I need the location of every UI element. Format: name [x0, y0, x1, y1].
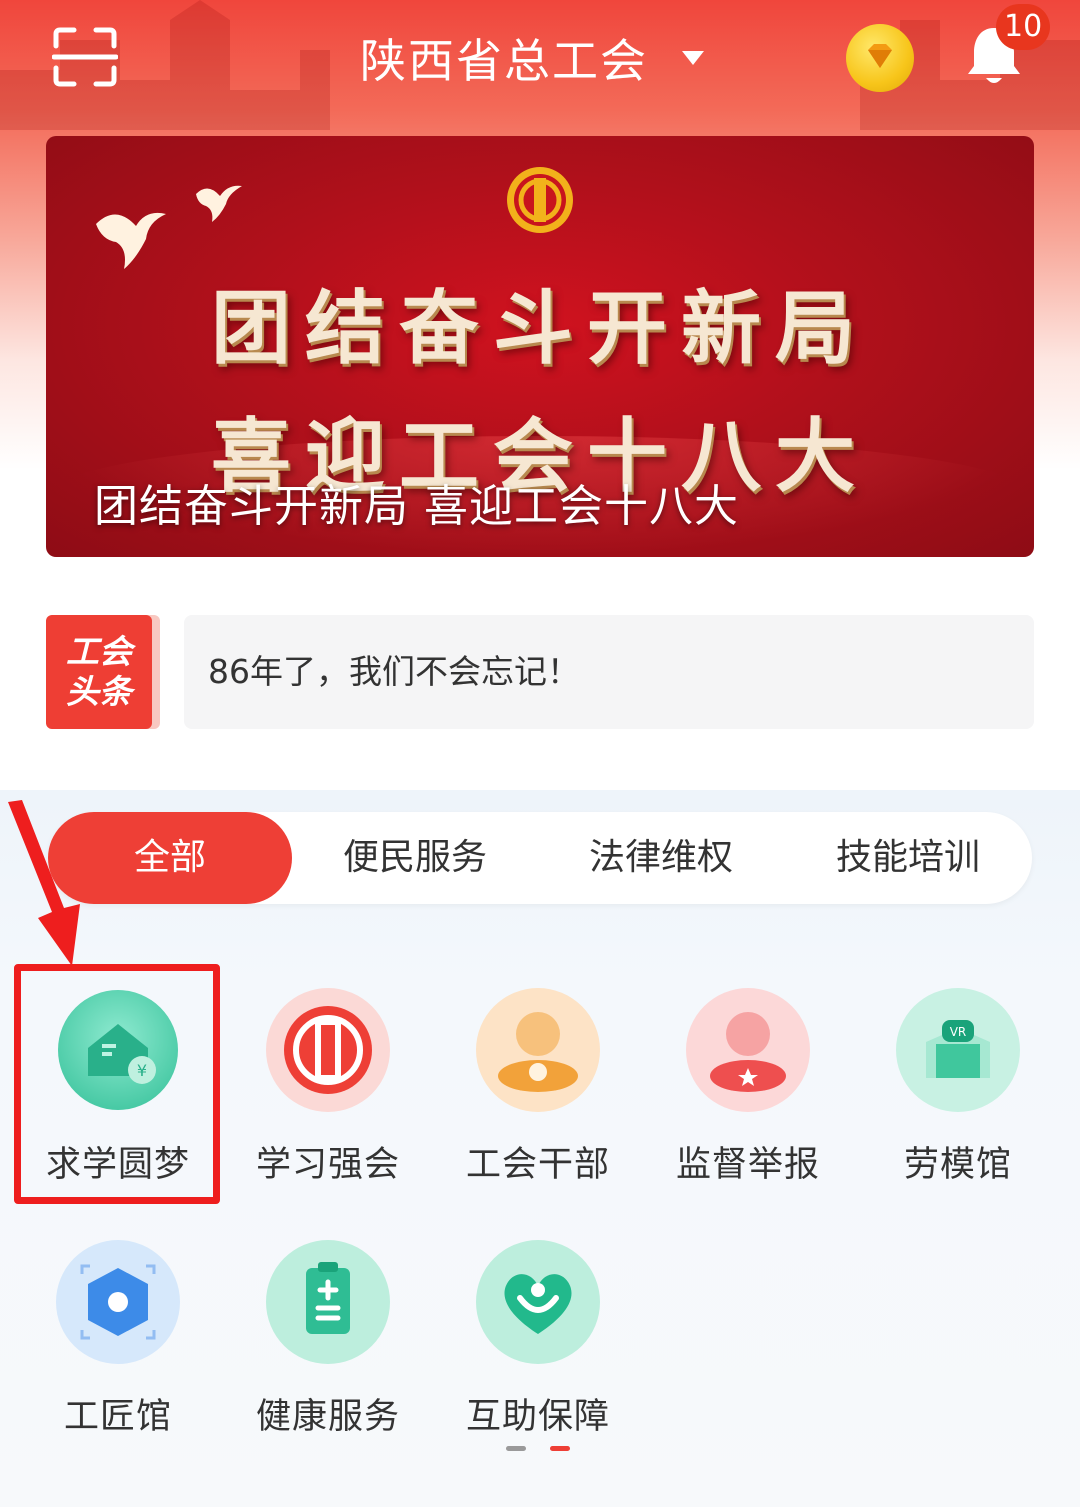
chevron-down-icon: [682, 51, 704, 65]
page-dot: [506, 1446, 526, 1451]
page-dot-active: [550, 1446, 570, 1451]
vr-headset-icon: VR: [896, 988, 1020, 1112]
service-supervision-report[interactable]: 监督举报: [648, 986, 848, 1206]
health-clipboard-icon: [266, 1240, 390, 1364]
dove-icon: [96, 185, 242, 269]
service-mutual-aid[interactable]: 互助保障: [438, 1238, 638, 1458]
news-ticker[interactable]: 86年了，我们不会忘记！: [184, 615, 1034, 729]
tab-skills-training[interactable]: 技能培训: [784, 812, 1032, 904]
scan-icon[interactable]: [52, 26, 118, 88]
service-union-cadre[interactable]: 工会干部: [438, 986, 638, 1206]
top-header: 陕西省总工会 10: [0, 0, 1080, 120]
category-tabs: 全部 便民服务 法律维权 技能培训: [48, 812, 1032, 904]
service-label: 健康服务: [255, 1397, 400, 1437]
service-label: 监督举报: [675, 1145, 820, 1185]
heart-hands-icon: [476, 1240, 600, 1364]
service-study-union[interactable]: 学习强会: [228, 986, 428, 1206]
service-craftsman-hall[interactable]: 工匠馆: [18, 1238, 218, 1458]
supervision-person-icon: [686, 988, 810, 1112]
notification-count-badge: 10: [996, 4, 1051, 50]
banner-caption: 团结奋斗开新局 喜迎工会十八大: [94, 481, 739, 532]
badge-line-1: 工会: [66, 632, 132, 671]
hero-banner[interactable]: 团结奋斗开新局 喜迎工会十八大 团结奋斗开新局 喜迎工会十八大: [46, 136, 1034, 557]
service-label: 学习强会: [255, 1145, 400, 1185]
svg-text:VR: VR: [950, 1025, 967, 1039]
service-label: 工匠馆: [63, 1397, 172, 1437]
union-emblem-icon: [266, 988, 390, 1112]
badge-line-2: 头条: [66, 672, 132, 711]
union-headlines-badge: 工会 头条: [46, 615, 152, 729]
page-indicator: [506, 1446, 576, 1454]
highlight-annotation-box: [14, 964, 220, 1204]
pointer-arrow-icon: [8, 800, 80, 966]
banner-headline-1: 团结奋斗开新局: [211, 281, 869, 375]
union-emblem-icon: [507, 167, 573, 233]
service-label: 劳模馆: [903, 1145, 1012, 1185]
service-label: 工会干部: [465, 1145, 610, 1185]
region-title: 陕西省总工会: [360, 34, 648, 88]
service-health[interactable]: 健康服务: [228, 1238, 428, 1458]
news-headline: 86年了，我们不会忘记！: [208, 652, 580, 691]
service-label: 互助保障: [465, 1397, 610, 1437]
cadre-person-icon: [476, 988, 600, 1112]
tab-legal-rights[interactable]: 法律维权: [538, 812, 784, 904]
region-selector[interactable]: 陕西省总工会: [360, 28, 704, 88]
tab-convenience-services[interactable]: 便民服务: [292, 812, 538, 904]
points-coin-icon[interactable]: [846, 24, 914, 92]
service-model-worker-hall[interactable]: VR 劳模馆: [858, 986, 1058, 1206]
craftsman-cube-icon: [56, 1240, 180, 1364]
